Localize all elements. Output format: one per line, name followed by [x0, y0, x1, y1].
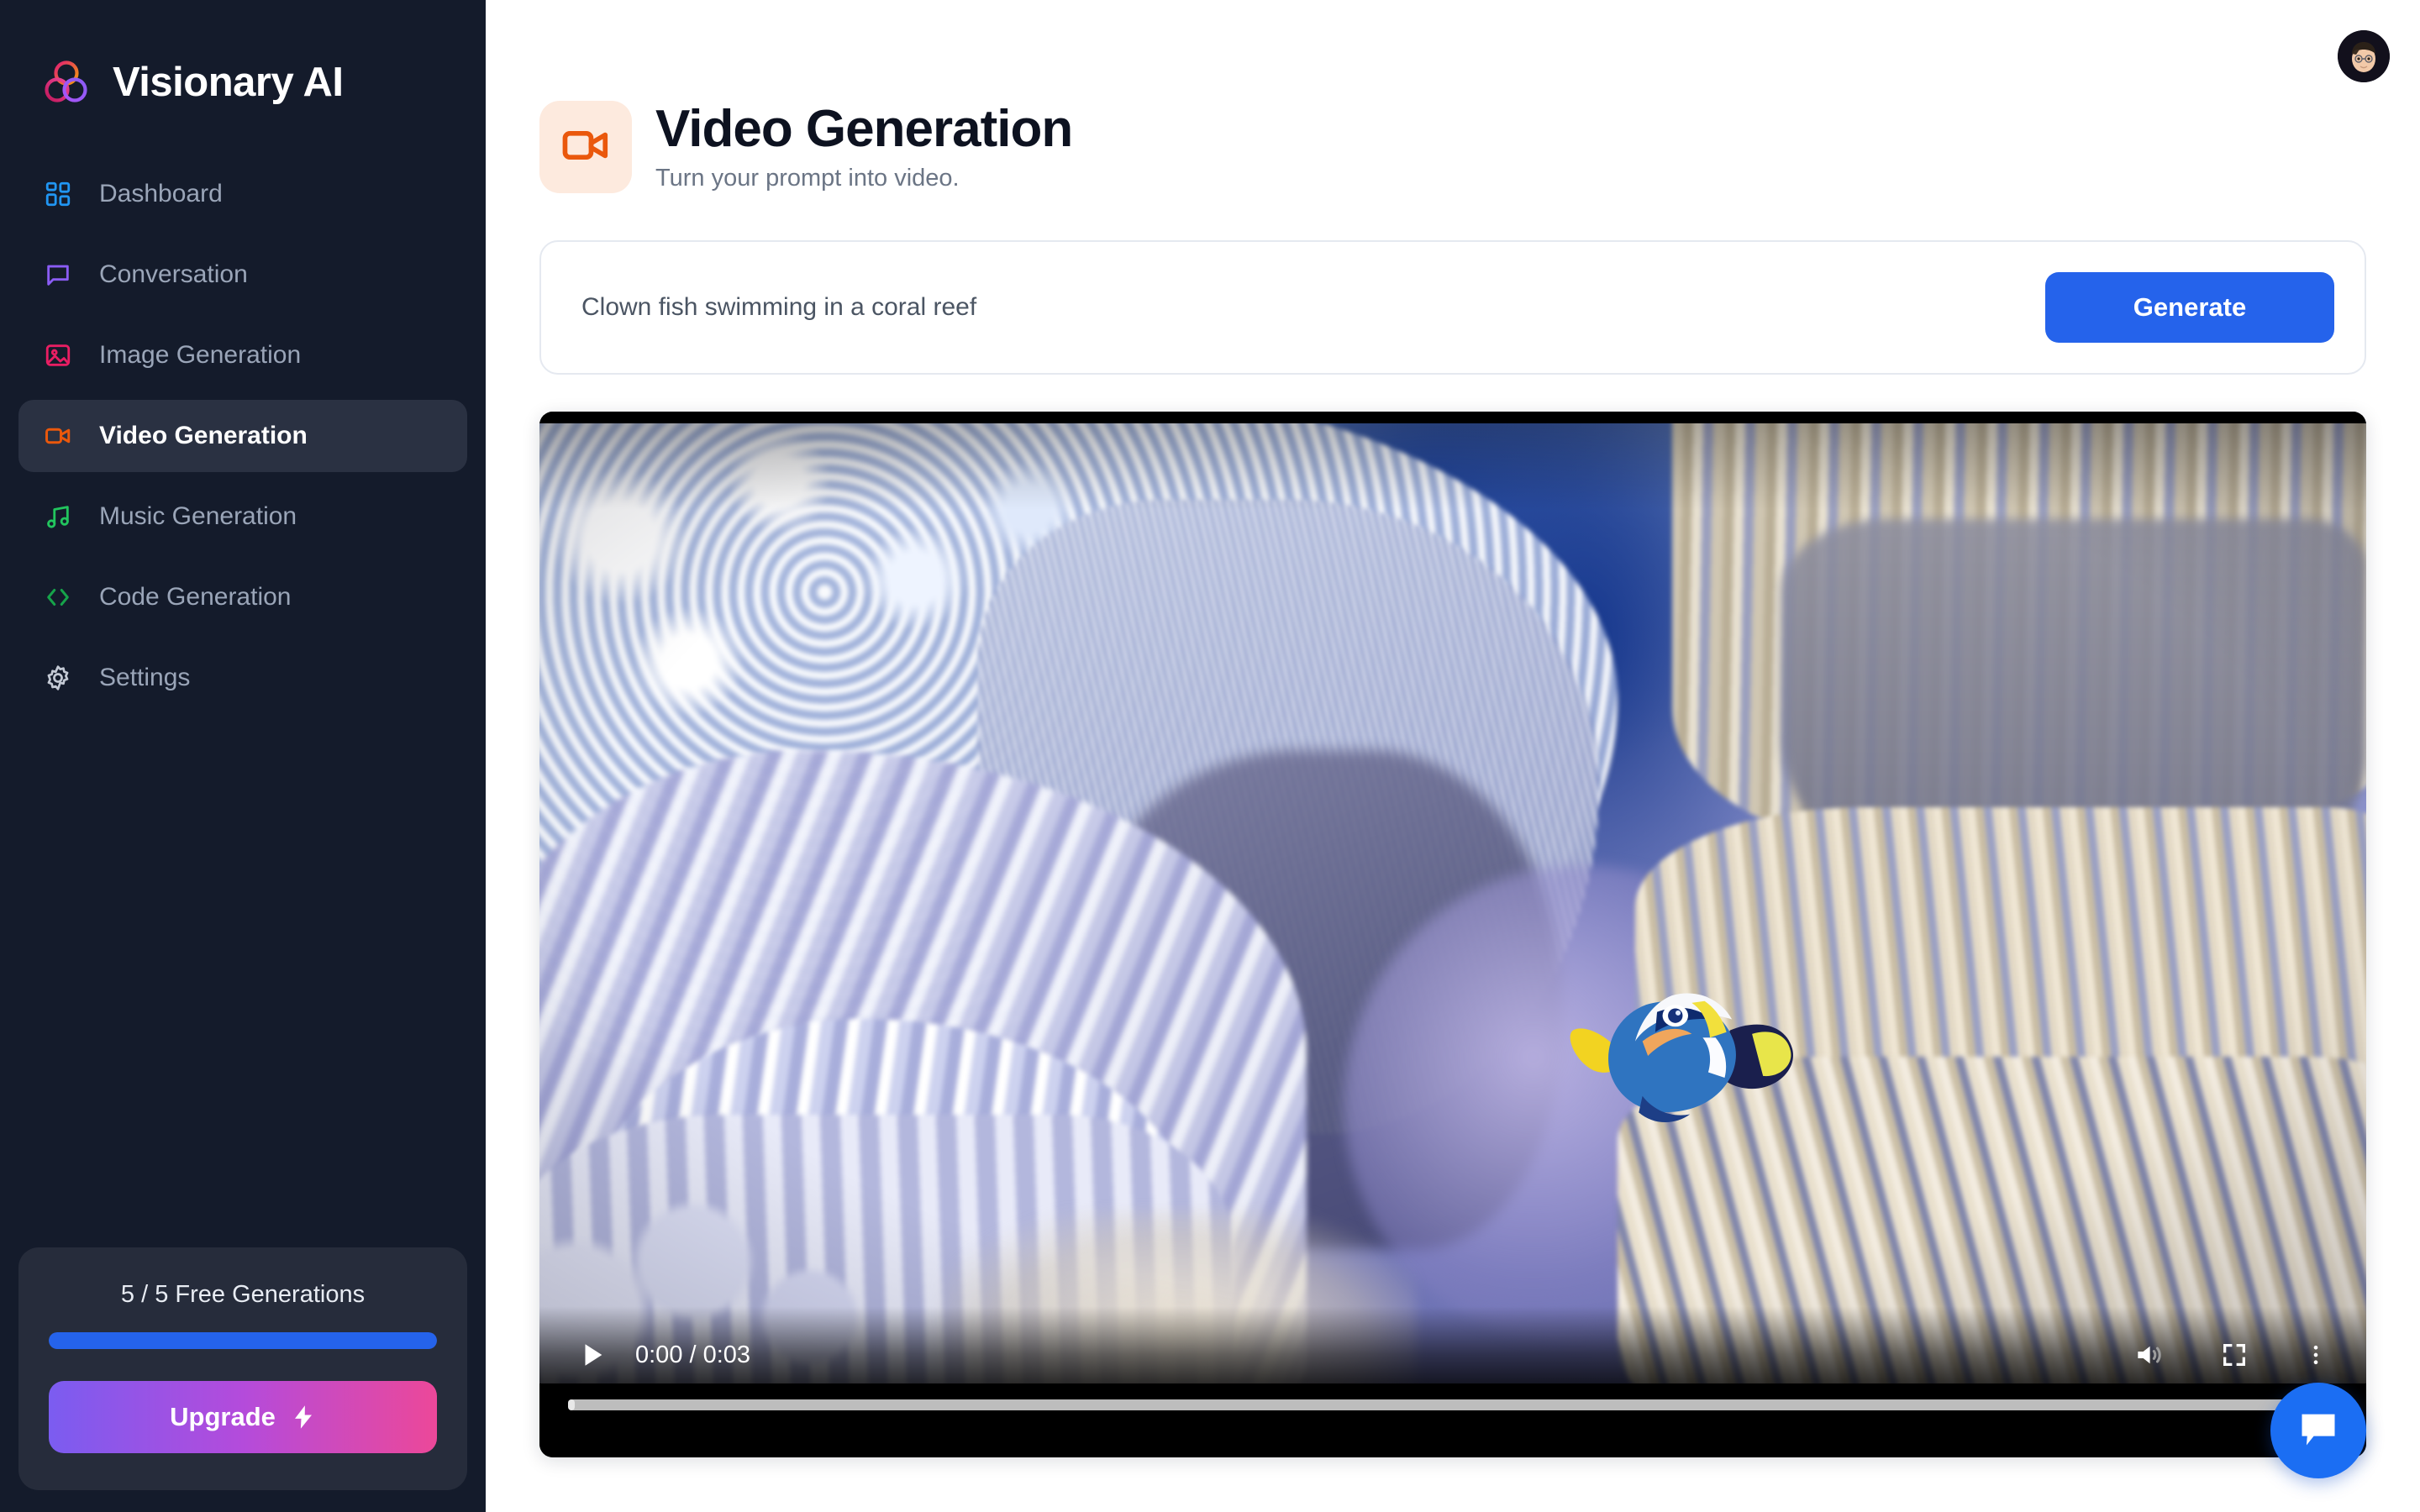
page-icon-tile	[539, 101, 632, 193]
music-note-icon	[40, 499, 76, 534]
sidebar-item-label: Conversation	[99, 260, 248, 289]
avatar[interactable]	[2338, 30, 2390, 82]
sidebar-item-label: Settings	[99, 664, 190, 692]
gear-icon	[40, 660, 76, 696]
fullscreen-icon[interactable]	[2220, 1341, 2249, 1369]
kebab-menu-icon[interactable]	[2304, 1341, 2328, 1369]
brand-name: Visionary AI	[113, 59, 344, 106]
sidebar: Visionary AI Dashboard	[0, 0, 486, 1512]
page-header: Video Generation Turn your prompt into v…	[539, 0, 2366, 193]
scrubber-played	[568, 1399, 575, 1410]
chat-fab-button[interactable]	[2270, 1383, 2366, 1478]
video-frame-coral-reef	[539, 423, 2366, 1383]
sidebar-item-label: Image Generation	[99, 341, 301, 370]
main-content: Video Generation Turn your prompt into v…	[486, 0, 2420, 1512]
sidebar-item-label: Music Generation	[99, 502, 297, 531]
chat-bubble-icon	[40, 257, 76, 292]
code-brackets-icon	[40, 580, 76, 615]
sidebar-nav: Dashboard Conversation	[0, 158, 486, 722]
volume-on-icon[interactable]	[2133, 1339, 2165, 1371]
sidebar-item-video-generation[interactable]: Video Generation	[18, 400, 467, 472]
page-title: Video Generation	[655, 102, 1072, 156]
grid-dashboard-icon	[40, 176, 76, 212]
lightning-bolt-icon	[291, 1401, 316, 1433]
video-player[interactable]: 0:00 / 0:03	[539, 412, 2366, 1457]
brand: Visionary AI	[0, 0, 486, 124]
sidebar-item-conversation[interactable]: Conversation	[18, 239, 467, 311]
video-camera-icon	[560, 119, 612, 176]
sidebar-item-dashboard[interactable]: Dashboard	[18, 158, 467, 230]
sidebar-item-settings[interactable]: Settings	[18, 642, 467, 714]
sidebar-item-music-generation[interactable]: Music Generation	[18, 480, 467, 553]
sidebar-item-label: Code Generation	[99, 583, 292, 612]
prompt-input[interactable]	[581, 293, 2045, 322]
video-camera-icon	[40, 418, 76, 454]
upgrade-button[interactable]: Upgrade	[49, 1381, 437, 1453]
sidebar-item-label: Dashboard	[99, 180, 223, 208]
free-generations-progress	[49, 1332, 437, 1349]
sidebar-item-label: Video Generation	[99, 422, 308, 450]
interlocking-circles-logo-icon	[40, 56, 92, 108]
play-icon[interactable]	[578, 1336, 610, 1373]
video-controls: 0:00 / 0:03	[539, 1306, 2366, 1457]
video-timecode: 0:00 / 0:03	[635, 1341, 750, 1369]
video-scrubber[interactable]	[568, 1399, 2338, 1410]
generate-button[interactable]: Generate	[2045, 272, 2334, 343]
page-header-text: Video Generation Turn your prompt into v…	[655, 102, 1072, 192]
prompt-bar: Generate	[539, 240, 2366, 375]
chat-bubble-icon	[2296, 1407, 2340, 1455]
free-generations-card: 5 / 5 Free Generations Upgrade	[18, 1247, 467, 1490]
sidebar-item-image-generation[interactable]: Image Generation	[18, 319, 467, 391]
page-subtitle: Turn your prompt into video.	[655, 165, 1072, 192]
app-root: Visionary AI Dashboard	[0, 0, 2420, 1512]
free-generations-label: 5 / 5 Free Generations	[49, 1281, 437, 1309]
blue-tang-fish	[1562, 966, 1800, 1168]
upgrade-label: Upgrade	[170, 1402, 276, 1432]
sidebar-item-code-generation[interactable]: Code Generation	[18, 561, 467, 633]
image-photo-icon	[40, 338, 76, 373]
progress-fill	[49, 1332, 437, 1349]
video-letterbox-top	[539, 412, 2366, 423]
